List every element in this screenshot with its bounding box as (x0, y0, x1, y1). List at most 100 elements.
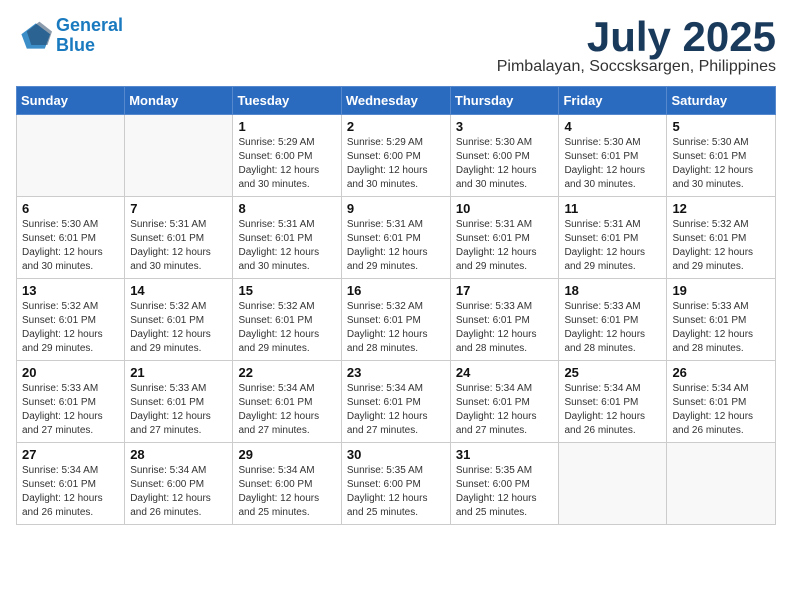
day-sun-info: Sunrise: 5:30 AM Sunset: 6:01 PM Dayligh… (564, 136, 661, 192)
calendar-day-cell: 15 Sunrise: 5:32 AM Sunset: 6:01 PM Dayli… (233, 279, 341, 361)
day-number: 4 (564, 119, 661, 134)
calendar-day-cell: 23 Sunrise: 5:34 AM Sunset: 6:01 PM Dayli… (341, 361, 450, 443)
day-sun-info: Sunrise: 5:35 AM Sunset: 6:00 PM Dayligh… (456, 464, 554, 520)
day-number: 30 (347, 447, 445, 462)
calendar-day-cell: 5Sunrise: 5:30 AM Sunset: 6:01 PM Daylig… (667, 115, 776, 197)
weekday-header: Thursday (450, 87, 559, 115)
calendar-day-cell: 30 Sunrise: 5:35 AM Sunset: 6:00 PM Dayli… (341, 443, 450, 525)
calendar-day-cell: 29 Sunrise: 5:34 AM Sunset: 6:00 PM Dayli… (233, 443, 341, 525)
calendar-day-cell: 10 Sunrise: 5:31 AM Sunset: 6:01 PM Dayli… (450, 197, 559, 279)
day-number: 8 (238, 201, 335, 216)
day-sun-info: Sunrise: 5:34 AM Sunset: 6:01 PM Dayligh… (347, 382, 445, 438)
calendar-day-cell: 31 Sunrise: 5:35 AM Sunset: 6:00 PM Dayli… (450, 443, 559, 525)
day-sun-info: Sunrise: 5:34 AM Sunset: 6:00 PM Dayligh… (238, 464, 335, 520)
day-sun-info: Sunrise: 5:32 AM Sunset: 6:01 PM Dayligh… (672, 218, 770, 274)
day-number: 10 (456, 201, 554, 216)
day-number: 14 (130, 283, 227, 298)
day-number: 15 (238, 283, 335, 298)
day-number: 2 (347, 119, 445, 134)
day-number: 16 (347, 283, 445, 298)
page-header: General Blue July 2025 Pimbalayan, Soccs… (16, 16, 776, 76)
day-number: 20 (22, 365, 119, 380)
calendar-day-cell (125, 115, 233, 197)
calendar-day-cell: 13 Sunrise: 5:32 AM Sunset: 6:01 PM Dayli… (17, 279, 125, 361)
day-sun-info: Sunrise: 5:31 AM Sunset: 6:01 PM Dayligh… (456, 218, 554, 274)
day-sun-info: Sunrise: 5:34 AM Sunset: 6:01 PM Dayligh… (672, 382, 770, 438)
day-number: 27 (22, 447, 119, 462)
logo-icon (16, 18, 52, 54)
day-sun-info: Sunrise: 5:30 AM Sunset: 6:01 PM Dayligh… (672, 136, 770, 192)
day-sun-info: Sunrise: 5:31 AM Sunset: 6:01 PM Dayligh… (564, 218, 661, 274)
calendar-day-cell (559, 443, 667, 525)
calendar-day-cell: 14 Sunrise: 5:32 AM Sunset: 6:01 PM Dayli… (125, 279, 233, 361)
day-sun-info: Sunrise: 5:34 AM Sunset: 6:01 PM Dayligh… (564, 382, 661, 438)
day-sun-info: Sunrise: 5:33 AM Sunset: 6:01 PM Dayligh… (564, 300, 661, 356)
calendar-day-cell: 25 Sunrise: 5:34 AM Sunset: 6:01 PM Dayli… (559, 361, 667, 443)
weekday-header: Tuesday (233, 87, 341, 115)
day-sun-info: Sunrise: 5:31 AM Sunset: 6:01 PM Dayligh… (238, 218, 335, 274)
day-sun-info: Sunrise: 5:31 AM Sunset: 6:01 PM Dayligh… (347, 218, 445, 274)
calendar-day-cell: 8 Sunrise: 5:31 AM Sunset: 6:01 PM Daylig… (233, 197, 341, 279)
calendar-week-row: 13 Sunrise: 5:32 AM Sunset: 6:01 PM Dayli… (17, 279, 776, 361)
day-number: 18 (564, 283, 661, 298)
day-number: 17 (456, 283, 554, 298)
day-number: 31 (456, 447, 554, 462)
calendar-day-cell: 18 Sunrise: 5:33 AM Sunset: 6:01 PM Dayli… (559, 279, 667, 361)
day-number: 3 (456, 119, 554, 134)
day-number: 6 (22, 201, 119, 216)
calendar-week-row: 27Sunrise: 5:34 AM Sunset: 6:01 PM Dayli… (17, 443, 776, 525)
day-number: 22 (238, 365, 335, 380)
title-area: July 2025 Pimbalayan, Soccsksargen, Phil… (497, 16, 776, 76)
day-sun-info: Sunrise: 5:32 AM Sunset: 6:01 PM Dayligh… (238, 300, 335, 356)
day-sun-info: Sunrise: 5:32 AM Sunset: 6:01 PM Dayligh… (22, 300, 119, 356)
weekday-header: Sunday (17, 87, 125, 115)
calendar-day-cell: 9Sunrise: 5:31 AM Sunset: 6:01 PM Daylig… (341, 197, 450, 279)
calendar-header-row: SundayMondayTuesdayWednesdayThursdayFrid… (17, 87, 776, 115)
calendar-day-cell: 2 Sunrise: 5:29 AM Sunset: 6:00 PM Daylig… (341, 115, 450, 197)
location-subtitle: Pimbalayan, Soccsksargen, Philippines (497, 58, 776, 76)
day-sun-info: Sunrise: 5:33 AM Sunset: 6:01 PM Dayligh… (672, 300, 770, 356)
day-number: 29 (238, 447, 335, 462)
calendar-day-cell: 4 Sunrise: 5:30 AM Sunset: 6:01 PM Daylig… (559, 115, 667, 197)
day-number: 12 (672, 201, 770, 216)
day-sun-info: Sunrise: 5:34 AM Sunset: 6:00 PM Dayligh… (130, 464, 227, 520)
day-sun-info: Sunrise: 5:35 AM Sunset: 6:00 PM Dayligh… (347, 464, 445, 520)
calendar-day-cell (17, 115, 125, 197)
weekday-header: Saturday (667, 87, 776, 115)
day-number: 24 (456, 365, 554, 380)
weekday-header: Wednesday (341, 87, 450, 115)
day-number: 1 (238, 119, 335, 134)
day-number: 26 (672, 365, 770, 380)
calendar-week-row: 20 Sunrise: 5:33 AM Sunset: 6:01 PM Dayli… (17, 361, 776, 443)
day-sun-info: Sunrise: 5:31 AM Sunset: 6:01 PM Dayligh… (130, 218, 227, 274)
day-sun-info: Sunrise: 5:32 AM Sunset: 6:01 PM Dayligh… (347, 300, 445, 356)
day-number: 25 (564, 365, 661, 380)
day-sun-info: Sunrise: 5:34 AM Sunset: 6:01 PM Dayligh… (238, 382, 335, 438)
calendar-day-cell: 16 Sunrise: 5:32 AM Sunset: 6:01 PM Dayli… (341, 279, 450, 361)
calendar-day-cell: 12 Sunrise: 5:32 AM Sunset: 6:01 PM Dayli… (667, 197, 776, 279)
calendar-day-cell: 6 Sunrise: 5:30 AM Sunset: 6:01 PM Daylig… (17, 197, 125, 279)
day-number: 13 (22, 283, 119, 298)
day-sun-info: Sunrise: 5:30 AM Sunset: 6:00 PM Dayligh… (456, 136, 554, 192)
weekday-header: Monday (125, 87, 233, 115)
month-year-title: July 2025 (497, 16, 776, 58)
calendar-day-cell: 17 Sunrise: 5:33 AM Sunset: 6:01 PM Dayli… (450, 279, 559, 361)
calendar-day-cell: 27Sunrise: 5:34 AM Sunset: 6:01 PM Dayli… (17, 443, 125, 525)
day-sun-info: Sunrise: 5:29 AM Sunset: 6:00 PM Dayligh… (347, 136, 445, 192)
calendar-day-cell: 7 Sunrise: 5:31 AM Sunset: 6:01 PM Daylig… (125, 197, 233, 279)
day-sun-info: Sunrise: 5:33 AM Sunset: 6:01 PM Dayligh… (456, 300, 554, 356)
day-number: 21 (130, 365, 227, 380)
calendar-day-cell (667, 443, 776, 525)
day-number: 23 (347, 365, 445, 380)
day-sun-info: Sunrise: 5:33 AM Sunset: 6:01 PM Dayligh… (130, 382, 227, 438)
calendar-day-cell: 11Sunrise: 5:31 AM Sunset: 6:01 PM Dayli… (559, 197, 667, 279)
calendar-day-cell: 22 Sunrise: 5:34 AM Sunset: 6:01 PM Dayli… (233, 361, 341, 443)
calendar-day-cell: 24 Sunrise: 5:34 AM Sunset: 6:01 PM Dayli… (450, 361, 559, 443)
weekday-header: Friday (559, 87, 667, 115)
day-sun-info: Sunrise: 5:32 AM Sunset: 6:01 PM Dayligh… (130, 300, 227, 356)
day-sun-info: Sunrise: 5:34 AM Sunset: 6:01 PM Dayligh… (456, 382, 554, 438)
calendar-day-cell: 1Sunrise: 5:29 AM Sunset: 6:00 PM Daylig… (233, 115, 341, 197)
calendar-day-cell: 28Sunrise: 5:34 AM Sunset: 6:00 PM Dayli… (125, 443, 233, 525)
day-number: 7 (130, 201, 227, 216)
day-sun-info: Sunrise: 5:30 AM Sunset: 6:01 PM Dayligh… (22, 218, 119, 274)
